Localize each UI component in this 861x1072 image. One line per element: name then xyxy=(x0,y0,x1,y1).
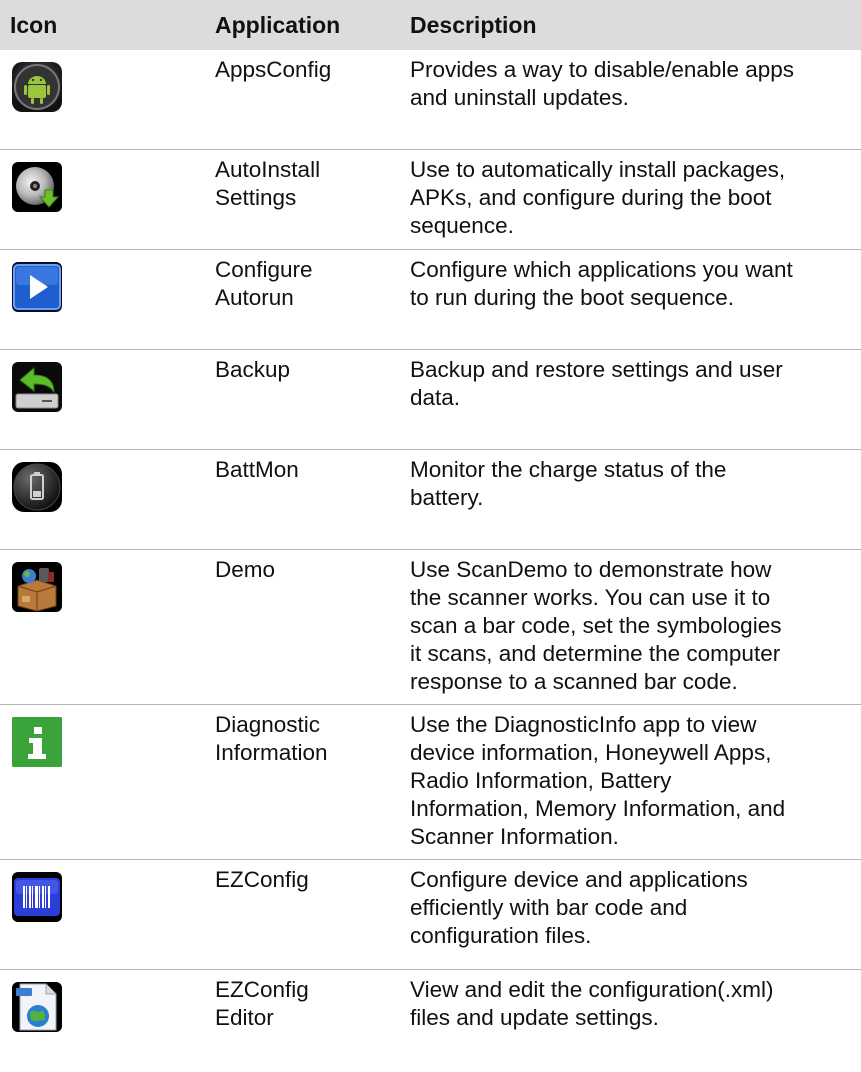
description-line: Configure device and applications xyxy=(410,867,748,892)
table-row: Diagnostic Information Use the Diagnosti… xyxy=(0,705,861,860)
header-application: Application xyxy=(215,11,341,38)
application-name: Diagnostic xyxy=(215,712,321,737)
description-line: device information, Honeywell Apps, xyxy=(410,740,772,765)
description-line: files and update settings. xyxy=(410,1005,659,1030)
application-table: Icon Application Description AppsConfig … xyxy=(0,0,861,1072)
description-line: Scanner Information. xyxy=(410,824,619,849)
application-name: Editor xyxy=(215,1005,274,1030)
application-name: BattMon xyxy=(215,457,299,482)
description-line: APKs, and configure during the boot xyxy=(410,185,772,210)
description-line: Radio Information, Battery xyxy=(410,768,672,793)
description-line: configuration files. xyxy=(410,923,592,948)
application-name: EZConfig xyxy=(215,867,309,892)
description-line: response to a scanned bar code. xyxy=(410,669,738,694)
description-line: Use ScanDemo to demonstrate how xyxy=(410,557,772,582)
application-name: Backup xyxy=(215,357,291,382)
description-line: efficiently with bar code and xyxy=(410,895,688,920)
header-icon: Icon xyxy=(10,11,58,38)
description-line: Use the DiagnosticInfo app to view xyxy=(410,712,757,737)
description-line: the scanner works. You can use it to xyxy=(410,585,771,610)
table-row: EZConfig Editor View and edit the config… xyxy=(0,970,861,1072)
xml-document-icon xyxy=(12,982,62,1032)
application-name: Configure xyxy=(215,257,313,282)
description-line: battery. xyxy=(410,485,484,510)
table-row: EZConfig Configure device and applicatio… xyxy=(0,860,861,970)
disc-download-icon xyxy=(12,162,62,212)
application-name: EZConfig xyxy=(215,977,309,1002)
description-line: and uninstall updates. xyxy=(410,85,629,110)
description-line: View and edit the configuration(.xml) xyxy=(410,977,774,1002)
barcode-icon xyxy=(12,872,62,922)
description-line: Configure which applications you want xyxy=(410,257,793,282)
description-line: to run during the boot sequence. xyxy=(410,285,734,310)
header-description: Description xyxy=(410,11,537,38)
application-name: Settings xyxy=(215,185,297,210)
table-row: Configure Autorun Configure which applic… xyxy=(0,250,861,350)
info-icon xyxy=(12,717,62,767)
description-line: sequence. xyxy=(410,213,514,238)
play-icon xyxy=(12,262,62,312)
backup-arrow-icon xyxy=(12,362,62,412)
description-line: Provides a way to disable/enable apps xyxy=(410,57,794,82)
application-name: AutoInstall xyxy=(215,157,321,182)
table-row: Demo Use ScanDemo to demonstrate how the… xyxy=(0,550,861,705)
table-row: AppsConfig Provides a way to disable/ena… xyxy=(0,50,861,150)
application-name: Demo xyxy=(215,557,276,582)
android-robot-icon xyxy=(12,62,62,112)
application-name: Autorun xyxy=(215,285,294,310)
description-line: it scans, and determine the computer xyxy=(410,641,781,666)
table-header: Icon Application Description xyxy=(0,0,861,50)
application-name: Information xyxy=(215,740,328,765)
description-line: Information, Memory Information, and xyxy=(410,796,786,821)
description-line: Use to automatically install packages, xyxy=(410,157,786,182)
table-row: BattMon Monitor the charge status of the… xyxy=(0,450,861,550)
table-row: AutoInstall Settings Use to automaticall… xyxy=(0,150,861,250)
description-line: data. xyxy=(410,385,461,410)
application-name: AppsConfig xyxy=(215,57,332,82)
description-line: Backup and restore settings and user xyxy=(410,357,783,382)
description-line: scan a bar code, set the symbologies xyxy=(410,613,782,638)
demo-box-icon xyxy=(12,562,62,612)
battery-icon xyxy=(12,462,62,512)
table-row: Backup Backup and restore settings and u… xyxy=(0,350,861,450)
description-line: Monitor the charge status of the xyxy=(410,457,727,482)
